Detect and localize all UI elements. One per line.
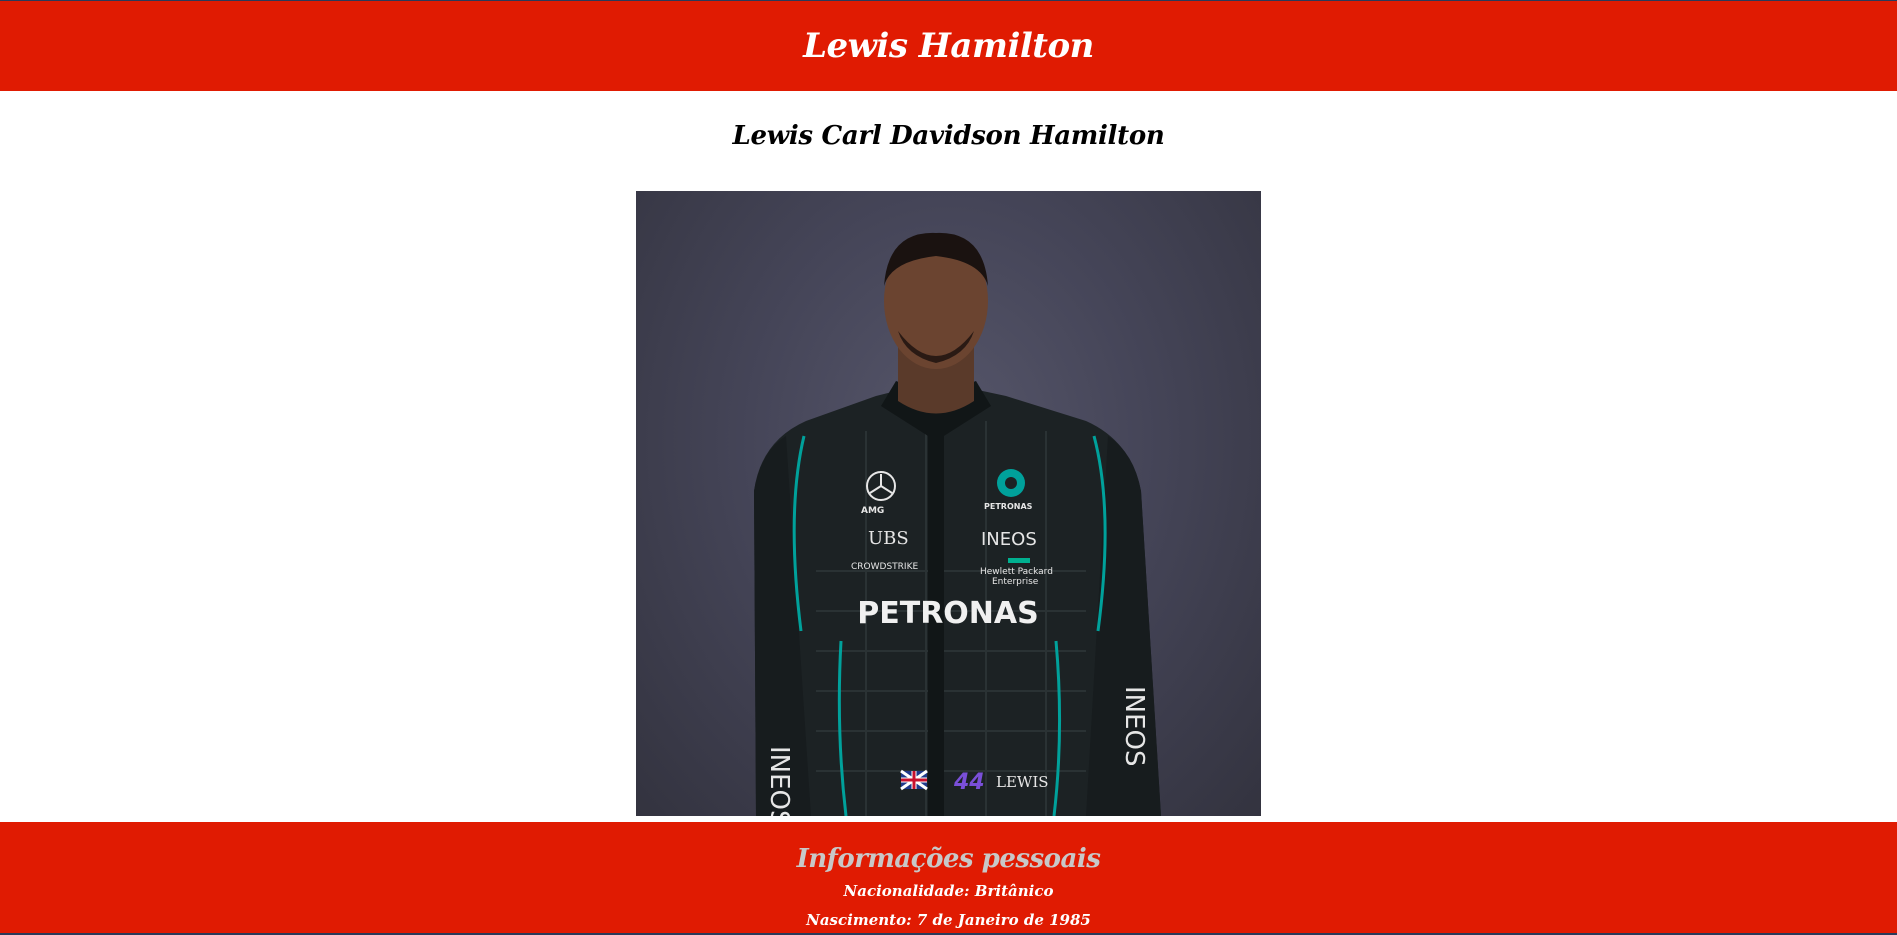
personal-info-section: Informações pessoais Nacionalidade: Brit… [0, 822, 1897, 935]
full-name-heading: Lewis Carl Davidson Hamilton [732, 121, 1165, 151]
ineos-chest-text: INEOS [981, 529, 1037, 550]
ineos-left-sleeve-text: INEOS [764, 746, 794, 816]
ineos-right-sleeve-text: INEOS [1119, 686, 1149, 767]
hpe-logo-text-2: Enterprise [992, 577, 1039, 587]
hpe-logo-text: Hewlett Packard [980, 567, 1053, 577]
page-header: Lewis Hamilton [0, 1, 1897, 91]
page-title: Lewis Hamilton [803, 26, 1094, 66]
ubs-logo-text: UBS [868, 528, 909, 549]
birth-date-text: Nascimento: 7 de Janeiro de 1985 [806, 911, 1091, 929]
number-44-text: 44 [953, 770, 985, 795]
amg-logo-text: AMG [861, 506, 884, 516]
petronas-logo-text: PETRONAS [857, 596, 1038, 631]
driver-photo: AMG UBS CROWDSTRIKE PETRONAS INEOS Hewle… [636, 191, 1261, 816]
lewis-name-text: LEWIS [996, 773, 1049, 791]
crowdstrike-logo-text: CROWDSTRIKE [851, 562, 918, 572]
driver-photo-illustration: AMG UBS CROWDSTRIKE PETRONAS INEOS Hewle… [754, 232, 1161, 816]
nationality-text: Nacionalidade: Britânico [843, 882, 1054, 900]
personal-info-heading: Informações pessoais [796, 844, 1101, 874]
petronas-small-text: PETRONAS [984, 502, 1033, 511]
